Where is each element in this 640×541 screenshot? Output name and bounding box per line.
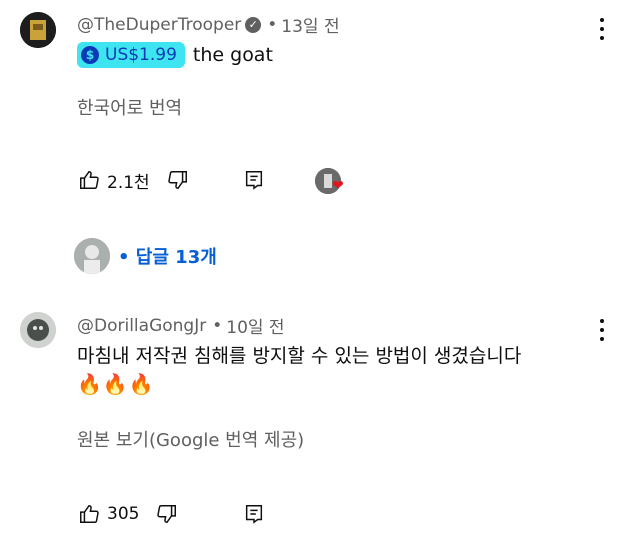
dislike-icon[interactable] — [164, 166, 192, 194]
more-options-icon[interactable] — [592, 317, 612, 343]
coin-icon: $ — [81, 46, 99, 64]
like-count: 2.1천 — [107, 172, 150, 193]
reply-icon[interactable] — [240, 166, 268, 194]
reply-icon[interactable] — [240, 500, 268, 528]
comment-actions: 305 — [75, 500, 181, 528]
like-icon[interactable] — [75, 500, 103, 528]
translate-link[interactable]: 한국어로 번역 — [77, 94, 182, 120]
verified-icon: ✓ — [245, 16, 262, 33]
comment-body: $ US$1.99 the goat — [77, 42, 273, 68]
more-options-icon[interactable] — [592, 16, 612, 42]
comment-header: @TheDuperTrooper ✓ • 13일 전 — [77, 12, 340, 38]
comment-text: 마침내 저작권 침해를 방지할 수 있는 방법이 생겼습니다 — [77, 345, 522, 367]
reply-avatar — [74, 238, 110, 274]
comment-time[interactable]: 10일 전 — [226, 313, 284, 338]
author-name[interactable]: @TheDuperTrooper — [77, 15, 241, 35]
comment-text: the goat — [192, 44, 273, 66]
like-count: 305 — [107, 504, 140, 524]
replies-count: 답글 13개 — [135, 247, 217, 268]
comment-time[interactable]: 13일 전 — [281, 12, 339, 37]
replies-toggle[interactable]: • 답글 13개 — [74, 238, 217, 274]
superthanks-badge: $ US$1.99 — [77, 42, 185, 68]
superthanks-amount: US$1.99 — [105, 45, 177, 65]
translate-link[interactable]: 원본 보기(Google 번역 제공) — [77, 426, 304, 452]
heart-icon: ❤ — [332, 178, 344, 194]
separator-dot: • — [267, 14, 278, 35]
like-icon[interactable] — [75, 166, 103, 194]
comment-actions: 2.1천 — [75, 166, 192, 194]
separator-dot: • — [212, 315, 223, 336]
fire-emoji: 🔥🔥🔥 — [77, 372, 155, 396]
author-avatar[interactable] — [20, 12, 56, 48]
separator-dot: • — [118, 247, 130, 268]
replies-label[interactable]: • 답글 13개 — [118, 243, 217, 269]
author-name[interactable]: @DorillaGongJr — [77, 316, 206, 336]
comment-header: @DorillaGongJr • 10일 전 — [77, 313, 285, 339]
author-avatar[interactable] — [20, 312, 56, 348]
dislike-icon[interactable] — [153, 500, 181, 528]
